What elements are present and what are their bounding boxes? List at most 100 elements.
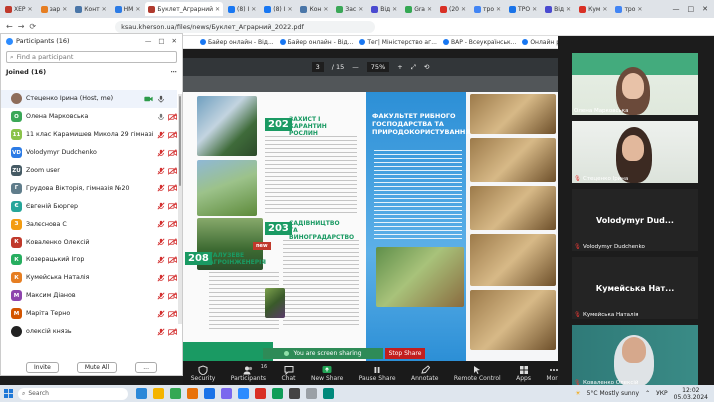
mic-muted-icon[interactable] [156,310,165,318]
language-indicator[interactable]: УКР [656,390,668,397]
taskbar-app-icon[interactable] [306,388,317,399]
more-options-icon[interactable]: ⋯ [171,68,178,76]
video-off-icon[interactable] [168,256,177,264]
tab-close-icon[interactable]: ✕ [215,6,220,13]
browser-tab[interactable]: (8) I ✕ [261,2,295,16]
browser-tab[interactable]: Буклет_Аграрний ✕ [145,2,224,16]
mic-muted-icon[interactable] [156,166,165,175]
mic-muted-icon[interactable] [156,202,165,210]
participant-row[interactable]: М Максим Діанов [1,287,177,305]
rotate-icon[interactable]: ⟲ [424,63,429,71]
stop-share-button[interactable]: Stop Share [385,348,425,359]
back-icon[interactable]: ← [6,22,13,31]
participant-row[interactable]: М Марiта Терно [1,305,177,323]
tab-close-icon[interactable]: ✕ [461,6,466,13]
start-button[interactable] [0,389,16,398]
tab-close-icon[interactable]: ✕ [135,6,140,13]
mic-muted-icon[interactable] [156,149,165,157]
taskbar-app-icon[interactable] [204,388,215,399]
browser-tab[interactable]: Кум ✕ [576,2,610,16]
forward-icon[interactable]: → [18,22,25,31]
participant-row[interactable]: К Козерацький Ігор [1,251,177,269]
fit-page-icon[interactable]: ⤢ [411,63,416,72]
reload-icon[interactable]: ⟳ [29,22,36,31]
toolbar-pause-share-button[interactable]: Pause Share [359,365,396,382]
browser-tab[interactable]: тро ✕ [471,2,504,16]
mic-muted-icon[interactable] [156,220,165,228]
browser-tab[interactable]: тро ✕ [612,2,645,16]
bookmark-item[interactable]: Байер онлайн - Від... [279,39,353,46]
tab-close-icon[interactable]: ✕ [532,6,537,13]
taskbar-search[interactable]: ⌕ Search [18,387,128,400]
participant-row[interactable]: 11 11 клас Карамишев Микола 29 гімназія [1,126,177,144]
weather-text[interactable]: 5°C Mostly sunny [587,390,639,397]
mic-muted-icon[interactable] [156,238,165,246]
taskbar-app-icon[interactable] [170,388,181,399]
video-off-icon[interactable] [168,202,177,210]
tab-close-icon[interactable]: ✕ [358,6,363,13]
taskbar-app-icon[interactable] [238,388,249,399]
video-off-icon[interactable] [168,274,177,282]
browser-tab[interactable]: Gra ✕ [402,2,435,16]
video-tile-3[interactable]: Volodymyr Dud... 🎙 Volodymyr Dudchenko [572,189,698,251]
video-tile-5[interactable]: 🎙 Коваленко Олексій [572,325,698,387]
video-off-icon[interactable] [168,292,177,300]
tab-close-icon[interactable]: ✕ [102,6,107,13]
participant-row[interactable]: олексій князь [1,323,177,341]
video-off-icon[interactable] [168,327,177,336]
toolbar-apps-button[interactable]: Apps [516,365,531,382]
browser-tab[interactable]: Кон ✕ [297,2,331,16]
joined-header[interactable]: Joined (16) ⋯ [1,66,182,78]
tab-close-icon[interactable]: ✕ [323,6,328,13]
mic-muted-icon[interactable] [156,292,165,300]
participant-row[interactable]: К Коваленко Олексій [1,233,177,251]
invite-button[interactable]: Invite [26,361,59,373]
tab-close-icon[interactable]: ✕ [496,6,501,13]
toolbar-chat-button[interactable]: Chat [281,365,296,382]
participant-list-scrollbar[interactable] [178,94,182,324]
browser-tab[interactable]: Конт ✕ [72,2,109,16]
zoom-level[interactable]: 75% [366,62,390,72]
participant-row[interactable]: Стеценко Ірина (Host, me) [1,90,177,108]
participant-row[interactable]: З Залєснова С [1,215,177,233]
taskbar-app-icon[interactable] [289,388,300,399]
tab-close-icon[interactable]: ✕ [62,6,67,13]
taskbar-app-icon[interactable] [153,388,164,399]
browser-tab[interactable]: НМ ✕ [112,2,144,16]
popout-panel-icon[interactable]: □ [158,37,164,45]
tab-close-icon[interactable]: ✕ [427,6,432,13]
participant-search[interactable]: ⌕ [6,51,177,63]
video-tile-4[interactable]: Кумейська Нат... 🎙 Кумейська Наталія [572,257,698,319]
video-off-icon[interactable] [168,148,177,157]
close-panel-icon[interactable]: ✕ [172,37,177,45]
video-off-icon[interactable] [168,131,177,139]
page-number-input[interactable]: 3 [311,62,324,72]
mic-muted-icon[interactable] [156,184,165,192]
bookmark-item[interactable]: Тег| Міністерство аг... [359,39,437,46]
mic-muted-icon[interactable] [156,327,165,336]
toolbar-remote-control-button[interactable]: Remote Control [454,365,501,382]
participant-row[interactable]: ZU Zoom user [1,162,177,180]
mic-icon[interactable] [156,95,165,103]
participant-search-input[interactable] [16,53,167,61]
video-off-icon[interactable] [168,184,177,193]
bookmark-item[interactable]: ВАР - Всеукраїнськ... [442,39,516,46]
toolbar-security-button[interactable]: Security [191,364,215,382]
toolbar-new-share-button[interactable]: New Share [311,365,343,382]
taskbar-app-icon[interactable] [221,388,232,399]
video-off-icon[interactable] [168,238,177,246]
video-off-icon[interactable] [168,220,177,228]
clock[interactable]: 12:02 05.03.2024 [674,387,708,401]
chevron-up-icon[interactable]: ⌃ [645,390,650,397]
toolbar-participants-button[interactable]: Participants 16 [231,364,267,382]
zoom-out-icon[interactable]: — [352,63,359,71]
taskbar-app-icon[interactable] [187,388,198,399]
video-off-icon[interactable] [168,113,177,121]
browser-tab[interactable]: Зас ✕ [333,2,366,16]
toolbar-annotate-button[interactable]: Annotate [411,364,438,382]
taskbar-app-icon[interactable] [255,388,266,399]
tab-close-icon[interactable]: ✕ [602,6,607,13]
zoom-in-icon[interactable]: + [397,63,402,71]
mic-muted-icon[interactable] [156,131,165,139]
mic-icon[interactable] [156,113,165,121]
